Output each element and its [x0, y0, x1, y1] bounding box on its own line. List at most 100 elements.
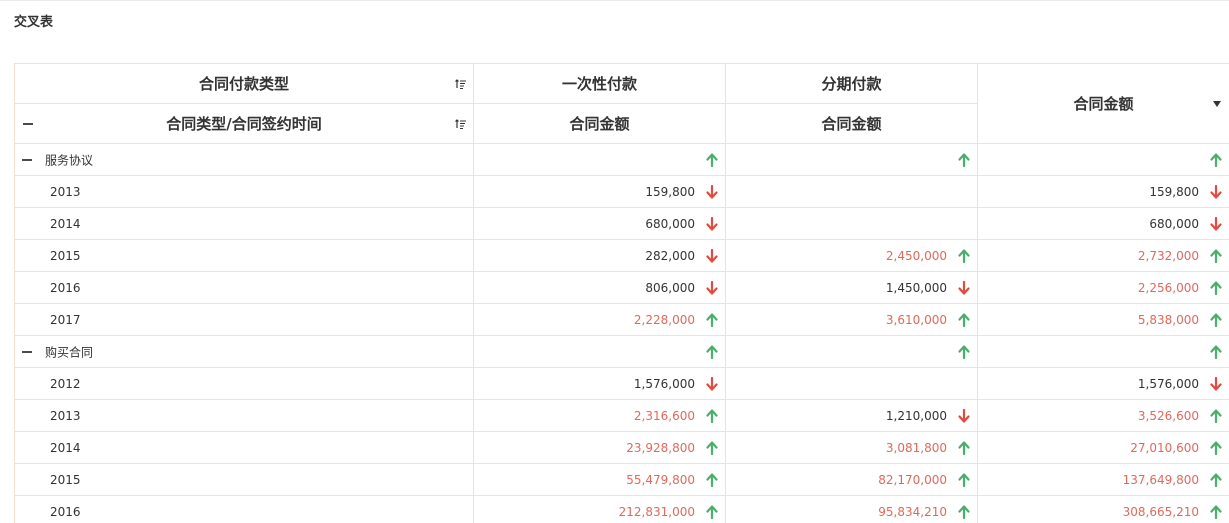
- year-cell: 2012: [14, 367, 474, 400]
- table-row: 2012 1,576,000 1,576,000: [14, 367, 1229, 400]
- value-text: 1,210,000: [885, 408, 947, 423]
- crosstab: 合同付款类型 一次性付款 分期付款 合同金额 合同类型/合同签约时间 合同金额 …: [14, 63, 1229, 523]
- trend-up-icon: [1210, 440, 1222, 455]
- sort-icon[interactable]: [455, 118, 467, 130]
- value-cell: [725, 207, 978, 240]
- trend-up-icon: [958, 152, 970, 167]
- value-text: 137,649,800: [1122, 472, 1199, 487]
- value-text: 282,000: [645, 248, 695, 263]
- value-text: 2,228,000: [633, 312, 695, 327]
- row-header-payment-type: 合同付款类型: [14, 63, 474, 104]
- value-cell: 27,010,600: [977, 431, 1229, 464]
- value-text: 2,316,600: [633, 408, 695, 423]
- value-text: 5,838,000: [1137, 312, 1199, 327]
- page-title: 交叉表: [14, 15, 54, 30]
- crosstab-table: 合同付款类型 一次性付款 分期付款 合同金额 合同类型/合同签约时间 合同金额 …: [14, 63, 1229, 523]
- collapse-icon[interactable]: [22, 350, 32, 353]
- table-row: 2013 159,800 159,800: [14, 175, 1229, 208]
- value-cell: 2,316,600: [473, 399, 726, 432]
- value-cell: 1,576,000: [977, 367, 1229, 400]
- trend-up-icon: [706, 152, 718, 167]
- trend-up-icon: [706, 472, 718, 487]
- group-label: 服务协议: [45, 153, 94, 167]
- value-text: 3,526,600: [1137, 408, 1199, 423]
- value-text: 3,610,000: [885, 312, 947, 327]
- table-row: 2014 680,000 680,000: [14, 207, 1229, 240]
- value-cell: 5,838,000: [977, 303, 1229, 336]
- trend-up-icon: [706, 344, 718, 359]
- value-text: 3,081,800: [885, 440, 947, 455]
- value-text: 159,800: [1149, 184, 1199, 199]
- trend-down-icon: [706, 248, 718, 263]
- col-header-total[interactable]: 合同金额: [977, 63, 1229, 144]
- value-cell: 308,665,210: [977, 495, 1229, 523]
- group-label: 购买合同: [45, 345, 94, 359]
- group-trend-cell: [725, 335, 978, 368]
- value-text: 2,450,000: [885, 248, 947, 263]
- value-text: 2,732,000: [1137, 248, 1199, 263]
- year-cell: 2014: [14, 207, 474, 240]
- year-label: 2017: [50, 312, 81, 327]
- value-text: 308,665,210: [1122, 504, 1199, 519]
- value-text: 1,576,000: [633, 376, 695, 391]
- trend-down-icon: [706, 216, 718, 231]
- value-text: 1,576,000: [1137, 376, 1199, 391]
- table-row: 2014 23,928,800 3,081,800 27,010,600: [14, 431, 1229, 464]
- value-text: 1,450,000: [885, 280, 947, 295]
- group-trend-cell: [977, 143, 1229, 176]
- table-row: 2016 806,000 1,450,000 2,256,000: [14, 271, 1229, 304]
- year-label: 2016: [50, 280, 81, 295]
- value-cell: 159,800: [473, 175, 726, 208]
- year-cell: 2016: [14, 271, 474, 304]
- table-row: 2017 2,228,000 3,610,000 5,838,000: [14, 303, 1229, 336]
- trend-up-icon: [958, 248, 970, 263]
- sort-icon[interactable]: [455, 78, 467, 90]
- value-cell: 3,526,600: [977, 399, 1229, 432]
- value-cell: 1,210,000: [725, 399, 978, 432]
- value-text: 55,479,800: [626, 472, 695, 487]
- table-row: 2015 55,479,800 82,170,000 137,649,800: [14, 463, 1229, 496]
- value-text: 680,000: [645, 216, 695, 231]
- value-cell: 159,800: [977, 175, 1229, 208]
- year-label: 2015: [50, 248, 81, 263]
- group-row: 购买合同: [14, 335, 1229, 368]
- value-cell: [725, 175, 978, 208]
- trend-up-icon: [706, 312, 718, 327]
- top-divider: [0, 0, 1229, 1]
- table-row: 2013 2,316,600 1,210,000 3,526,600: [14, 399, 1229, 432]
- crosstab-body: 服务协议 2013 159,800 159,800 2014 680,000 680,000…: [14, 143, 1229, 523]
- value-cell: 3,610,000: [725, 303, 978, 336]
- value-text: 806,000: [645, 280, 695, 295]
- trend-up-icon: [1210, 504, 1222, 519]
- trend-up-icon: [706, 504, 718, 519]
- collapse-icon[interactable]: [22, 158, 32, 161]
- year-cell: 2013: [14, 399, 474, 432]
- year-label: 2016: [50, 504, 81, 519]
- year-label: 2014: [50, 216, 81, 231]
- trend-up-icon: [958, 344, 970, 359]
- trend-down-icon: [706, 184, 718, 199]
- value-text: 159,800: [645, 184, 695, 199]
- trend-up-icon: [958, 504, 970, 519]
- year-label: 2012: [50, 376, 81, 391]
- trend-up-icon: [958, 312, 970, 327]
- row-header-payment-type-label: 合同付款类型: [198, 75, 289, 93]
- trend-down-icon: [706, 280, 718, 295]
- trend-up-icon: [1210, 472, 1222, 487]
- value-cell: 2,256,000: [977, 271, 1229, 304]
- dropdown-icon[interactable]: [1213, 100, 1221, 107]
- value-cell: 212,831,000: [473, 495, 726, 523]
- year-cell: 2013: [14, 175, 474, 208]
- trend-up-icon: [1210, 248, 1222, 263]
- value-cell: 2,732,000: [977, 239, 1229, 272]
- measure-header-lump-sum: 合同金额: [473, 103, 726, 144]
- value-cell: 2,450,000: [725, 239, 978, 272]
- row-header-contract-type-date-label: 合同类型/合同签约时间: [166, 115, 322, 133]
- value-cell: 2,228,000: [473, 303, 726, 336]
- value-cell: 137,649,800: [977, 463, 1229, 496]
- trend-up-icon: [958, 472, 970, 487]
- value-cell: 95,834,210: [725, 495, 978, 523]
- table-row: 2015 282,000 2,450,000 2,732,000: [14, 239, 1229, 272]
- value-cell: [725, 367, 978, 400]
- collapse-all-icon[interactable]: [23, 122, 33, 125]
